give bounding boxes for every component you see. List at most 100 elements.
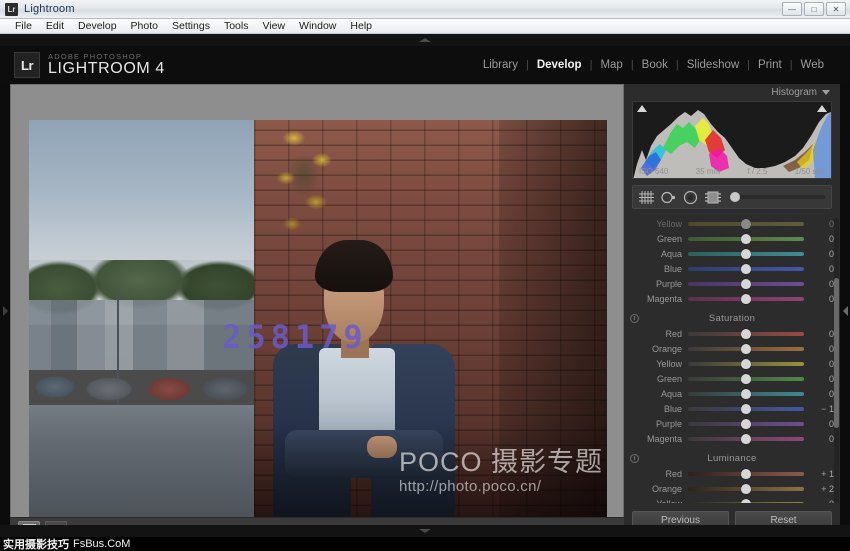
module-slideshow[interactable]: Slideshow bbox=[679, 59, 747, 71]
crop-overlay-icon[interactable] bbox=[639, 191, 654, 204]
highlight-clipping-indicator[interactable] bbox=[817, 105, 827, 112]
red-eye-correction-icon[interactable] bbox=[683, 191, 698, 204]
slider-track[interactable] bbox=[688, 362, 804, 366]
menu-help[interactable]: Help bbox=[343, 19, 379, 33]
slider-knob[interactable] bbox=[741, 234, 751, 244]
slider-track[interactable] bbox=[688, 267, 804, 271]
slider-knob[interactable] bbox=[741, 219, 751, 229]
module-map[interactable]: Map bbox=[592, 59, 630, 71]
slider-row[interactable]: Green 0 bbox=[624, 371, 840, 386]
identity-plate: ADOBE PHOTOSHOP LIGHTROOM 4 bbox=[48, 53, 165, 78]
slider-track[interactable] bbox=[688, 237, 804, 241]
slider-row[interactable]: Blue − 1 bbox=[624, 401, 840, 416]
slider-track[interactable] bbox=[688, 377, 804, 381]
menu-settings[interactable]: Settings bbox=[165, 19, 217, 33]
adjustment-brush-slider[interactable] bbox=[730, 195, 825, 199]
chevron-up-icon[interactable] bbox=[419, 38, 431, 42]
slider-knob[interactable] bbox=[741, 389, 751, 399]
module-book[interactable]: Book bbox=[634, 59, 676, 71]
chevron-down-icon[interactable] bbox=[419, 529, 431, 533]
chevron-left-icon[interactable] bbox=[843, 306, 848, 316]
slider-knob[interactable] bbox=[741, 294, 751, 304]
slider-track[interactable] bbox=[688, 297, 804, 301]
slider-row[interactable]: Magenta 0 bbox=[624, 431, 840, 446]
close-button[interactable]: ✕ bbox=[826, 2, 846, 16]
slider-row[interactable]: Yellow 0 bbox=[624, 496, 840, 503]
slider-label: Green bbox=[630, 374, 688, 384]
left-panel-toggle[interactable] bbox=[0, 84, 10, 537]
slider-knob[interactable] bbox=[741, 484, 751, 494]
slider-track[interactable] bbox=[688, 252, 804, 256]
top-panel-toggle-bar[interactable] bbox=[0, 34, 850, 46]
slider-knob[interactable] bbox=[741, 329, 751, 339]
slider-knob[interactable] bbox=[741, 359, 751, 369]
hsl-color-panel[interactable]: Yellow 0 Green 0 bbox=[624, 216, 840, 503]
graduated-filter-icon[interactable] bbox=[705, 191, 721, 204]
menu-view[interactable]: View bbox=[255, 19, 292, 33]
slider-track[interactable] bbox=[688, 407, 804, 411]
menu-tools[interactable]: Tools bbox=[217, 19, 256, 33]
menu-file[interactable]: File bbox=[8, 19, 39, 33]
slider-row[interactable]: Orange + 2 bbox=[624, 481, 840, 496]
module-web[interactable]: Web bbox=[793, 59, 832, 71]
slider-track[interactable] bbox=[688, 392, 804, 396]
menu-photo[interactable]: Photo bbox=[124, 19, 165, 33]
shadow-clipping-indicator[interactable] bbox=[637, 105, 647, 112]
menu-window[interactable]: Window bbox=[292, 19, 343, 33]
slider-row[interactable]: Orange 0 bbox=[624, 341, 840, 356]
slider-value: 0 bbox=[804, 344, 834, 354]
meta-iso: ISO 640 bbox=[639, 167, 668, 176]
slider-value: 0 bbox=[804, 279, 834, 289]
slider-track[interactable] bbox=[688, 422, 804, 426]
slider-row[interactable]: Purple 0 bbox=[624, 276, 840, 291]
slider-knob[interactable] bbox=[741, 264, 751, 274]
panel-scrollbar[interactable] bbox=[834, 218, 839, 518]
module-develop[interactable]: Develop bbox=[529, 59, 590, 71]
slider-knob[interactable] bbox=[730, 192, 740, 202]
slider-knob[interactable] bbox=[741, 419, 751, 429]
slider-track[interactable] bbox=[688, 347, 804, 351]
right-panel-toggle[interactable] bbox=[840, 84, 850, 537]
slider-track[interactable] bbox=[688, 437, 804, 441]
target-adjust-icon[interactable] bbox=[630, 314, 639, 323]
section-title: Saturation bbox=[709, 313, 755, 324]
slider-row[interactable]: Aqua 0 bbox=[624, 246, 840, 261]
slider-track[interactable] bbox=[688, 222, 804, 226]
scrollbar-thumb[interactable] bbox=[834, 278, 839, 428]
filmstrip-toggle-bar[interactable] bbox=[0, 525, 850, 537]
slider-track[interactable] bbox=[688, 282, 804, 286]
menu-develop[interactable]: Develop bbox=[71, 19, 124, 33]
chevron-right-icon[interactable] bbox=[3, 306, 8, 316]
slider-knob[interactable] bbox=[741, 279, 751, 289]
histogram-header[interactable]: Histogram bbox=[624, 84, 840, 101]
spot-removal-icon[interactable] bbox=[661, 191, 676, 204]
slider-track[interactable] bbox=[688, 472, 804, 476]
slider-row[interactable]: Green 0 bbox=[624, 231, 840, 246]
slider-knob[interactable] bbox=[741, 374, 751, 384]
photo-preview[interactable]: 258179 POCO 摄影专题 http://photo.poco.cn/ bbox=[29, 120, 607, 521]
minimize-button[interactable]: — bbox=[782, 2, 802, 16]
chevron-down-icon[interactable] bbox=[822, 90, 830, 95]
slider-row[interactable]: Red 0 bbox=[624, 326, 840, 341]
slider-row[interactable]: Blue 0 bbox=[624, 261, 840, 276]
slider-row[interactable]: Magenta 0 bbox=[624, 291, 840, 306]
slider-knob[interactable] bbox=[741, 249, 751, 259]
slider-track[interactable] bbox=[688, 487, 804, 491]
slider-knob[interactable] bbox=[741, 404, 751, 414]
slider-row[interactable]: Purple 0 bbox=[624, 416, 840, 431]
target-adjust-icon[interactable] bbox=[630, 454, 639, 463]
image-canvas[interactable]: 258179 POCO 摄影专题 http://photo.poco.cn/ bbox=[10, 84, 624, 537]
slider-row[interactable]: Yellow 0 bbox=[624, 356, 840, 371]
slider-knob[interactable] bbox=[741, 434, 751, 444]
module-print[interactable]: Print bbox=[750, 59, 790, 71]
module-library[interactable]: Library bbox=[475, 59, 526, 71]
slider-knob[interactable] bbox=[741, 344, 751, 354]
histogram-graph[interactable]: ISO 640 35 mm f / 2.5 1/50 sec bbox=[632, 101, 832, 179]
slider-row[interactable]: Red + 1 bbox=[624, 466, 840, 481]
slider-row[interactable]: Yellow 0 bbox=[624, 216, 840, 231]
maximize-button[interactable]: □ bbox=[804, 2, 824, 16]
slider-track[interactable] bbox=[688, 332, 804, 336]
slider-row[interactable]: Aqua 0 bbox=[624, 386, 840, 401]
slider-knob[interactable] bbox=[741, 469, 751, 479]
menu-edit[interactable]: Edit bbox=[39, 19, 71, 33]
